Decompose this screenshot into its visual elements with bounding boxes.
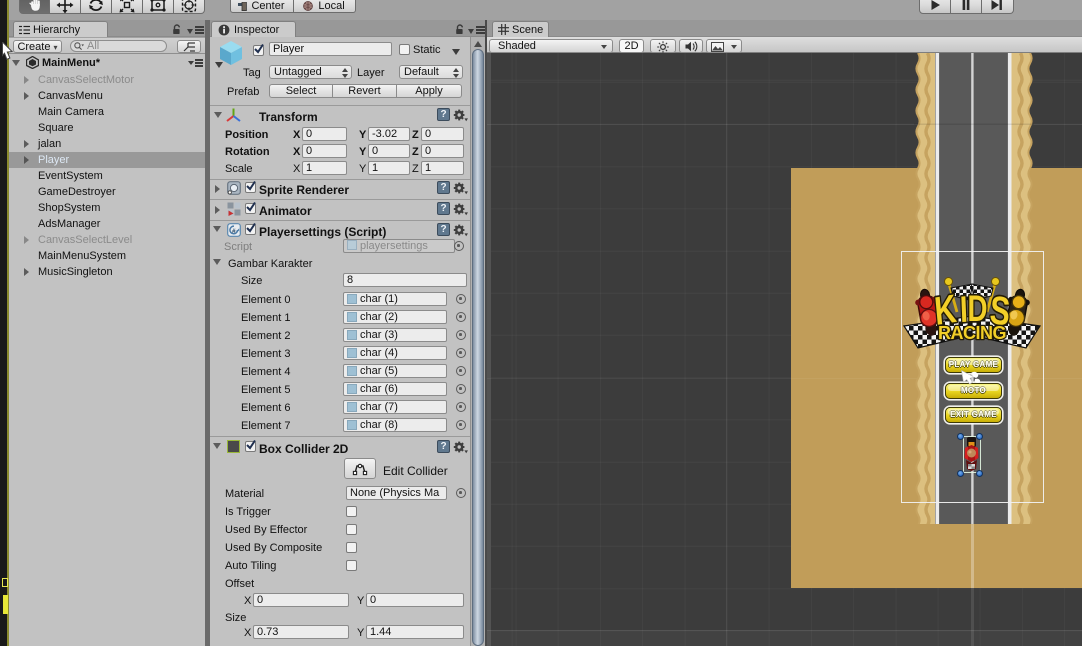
svg-text:RACING: RACING <box>938 323 1006 343</box>
svg-text:#: # <box>232 228 236 235</box>
